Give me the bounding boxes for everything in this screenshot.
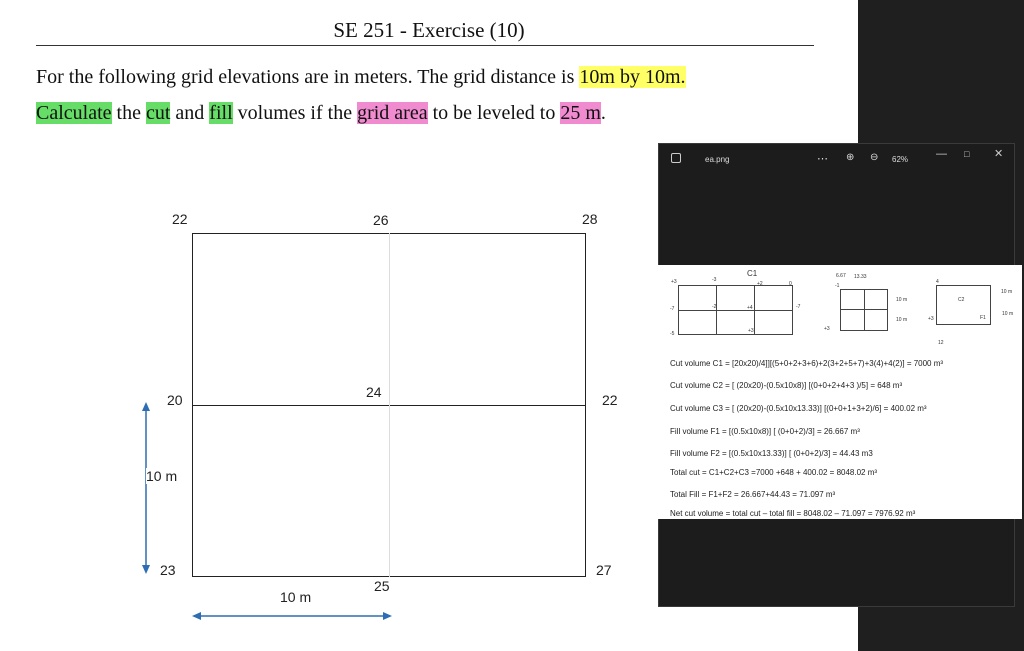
c1-grid-line <box>754 285 755 335</box>
grid-value: -2 <box>712 304 717 310</box>
zoom-in-icon[interactable]: ⊕ <box>846 152 854 163</box>
grid-value: +2 <box>757 281 763 287</box>
minimize-button[interactable]: — <box>936 148 947 160</box>
solution-line-f2: Fill volume F2 = [(0.5x10x13.33)] [ (0+0… <box>670 449 873 458</box>
elevation-bottom-right: 27 <box>596 562 612 578</box>
fill-highlight: fill <box>209 102 233 124</box>
viewer-titlebar[interactable]: ea.png ⋯ ⊕ ⊖ 62% — □ ✕ <box>659 144 1014 174</box>
solution-line-total-cut: Total cut = C1+C2+C3 =7000 +648 + 400.02… <box>670 468 878 477</box>
maximize-button[interactable]: □ <box>964 149 969 159</box>
close-button[interactable]: ✕ <box>994 147 1003 160</box>
problem-text: to be leveled to <box>427 102 561 124</box>
solution-line-f1: Fill volume F1 = [(0.5x10x8)] [ (0+0+2)/… <box>670 427 860 436</box>
grid-value: -5 <box>670 331 675 337</box>
elevation-mid-left: 20 <box>167 392 183 408</box>
c2-label: C2 <box>958 297 965 303</box>
elevation-top-mid: 26 <box>373 212 389 228</box>
solution-line-c3: Cut volume C3 = [ (20x20)-(0.5x10x13.33)… <box>670 404 927 413</box>
viewer-image-content: C1 +3 -3 +2 0 -7 -2 +4 -7 -5 +3 6.67 13.… <box>658 265 1022 519</box>
problem-text: For the following grid elevations are in… <box>36 66 580 88</box>
problem-line-1: For the following grid elevations are in… <box>36 66 686 89</box>
vertical-dimension-label: 10 m <box>146 468 178 484</box>
photos-app-icon <box>671 153 681 163</box>
zoom-out-icon[interactable]: ⊖ <box>870 152 878 163</box>
level-highlight: 25 m <box>560 102 601 124</box>
grid-value: 0 <box>789 281 792 287</box>
slide-title: SE 251 - Exercise (10) <box>333 18 525 42</box>
grid-value: -3 <box>712 277 717 283</box>
elevation-center: 24 <box>366 384 382 400</box>
dim-label: 10 m <box>1002 311 1014 317</box>
solution-line-c1: Cut volume C1 = [20x20)/4]][(5+0+2+3+6)+… <box>670 359 944 368</box>
elevation-top-left: 22 <box>172 211 188 227</box>
grid-value: -1 <box>835 283 840 289</box>
dim-label: 10 m <box>1001 289 1013 295</box>
grid-value: +3 <box>928 316 934 322</box>
dim-label: 10 m <box>896 297 908 303</box>
grid-value: -7 <box>796 304 801 310</box>
elevation-bottom-left: 23 <box>160 562 176 578</box>
vertical-dimension-arrow <box>142 402 150 574</box>
problem-text: . <box>600 102 606 124</box>
grid-value: +3 <box>671 279 677 285</box>
f1-label: F1 <box>980 315 986 321</box>
problem-text: the <box>111 102 146 124</box>
elevation-top-right: 28 <box>582 211 598 227</box>
c1-label: C1 <box>747 269 758 278</box>
dim-label: 10 m <box>896 317 908 323</box>
viewer-file-name: ea.png <box>705 155 730 164</box>
grid-value: -7 <box>670 306 675 312</box>
solution-line-c2: Cut volume C2 = [ (20x20)-(0.5x10x8)] [(… <box>670 381 903 390</box>
image-viewer-window[interactable]: ea.png ⋯ ⊕ ⊖ 62% — □ ✕ C1 +3 -3 +2 0 -7 … <box>658 143 1022 607</box>
grid-value: +3 <box>824 326 830 332</box>
elevation-bottom-mid: 25 <box>374 578 390 594</box>
c1-grid-line <box>716 285 717 335</box>
c1-grid-line <box>678 310 793 311</box>
grid-area-highlight: grid area <box>357 102 428 124</box>
solution-line-net-cut: Net cut volume = total cut – total fill … <box>670 509 916 518</box>
calculate-highlight: Calculate <box>36 102 112 124</box>
horizontal-dimension-arrow <box>192 612 392 620</box>
dim-label: 12 <box>938 340 944 346</box>
horizontal-dimension-label: 10 m <box>280 589 312 605</box>
c3-grid-line <box>864 289 865 331</box>
problem-text: and <box>170 102 210 124</box>
elevation-mid-right: 22 <box>602 392 618 408</box>
grid-value: 4 <box>936 279 939 285</box>
grid-value: +3 <box>748 328 754 334</box>
cut-highlight: cut <box>145 102 171 124</box>
grid-distance-highlight: 10m by 10m. <box>579 66 686 88</box>
more-options-icon[interactable]: ⋯ <box>817 152 828 165</box>
grid-value: +4 <box>747 305 753 311</box>
dim-label: 13.33 <box>854 274 867 280</box>
title-divider <box>36 45 814 46</box>
grid-center-line <box>389 233 390 577</box>
problem-line-2: Calculate the cut and fill volumes if th… <box>36 102 606 125</box>
zoom-level[interactable]: 62% <box>892 155 908 164</box>
dim-label: 6.67 <box>836 273 846 279</box>
problem-text: volumes if the <box>232 102 358 124</box>
solution-line-total-fill: Total Fill = F1+F2 = 26.667+44.43 = 71.0… <box>670 490 836 499</box>
